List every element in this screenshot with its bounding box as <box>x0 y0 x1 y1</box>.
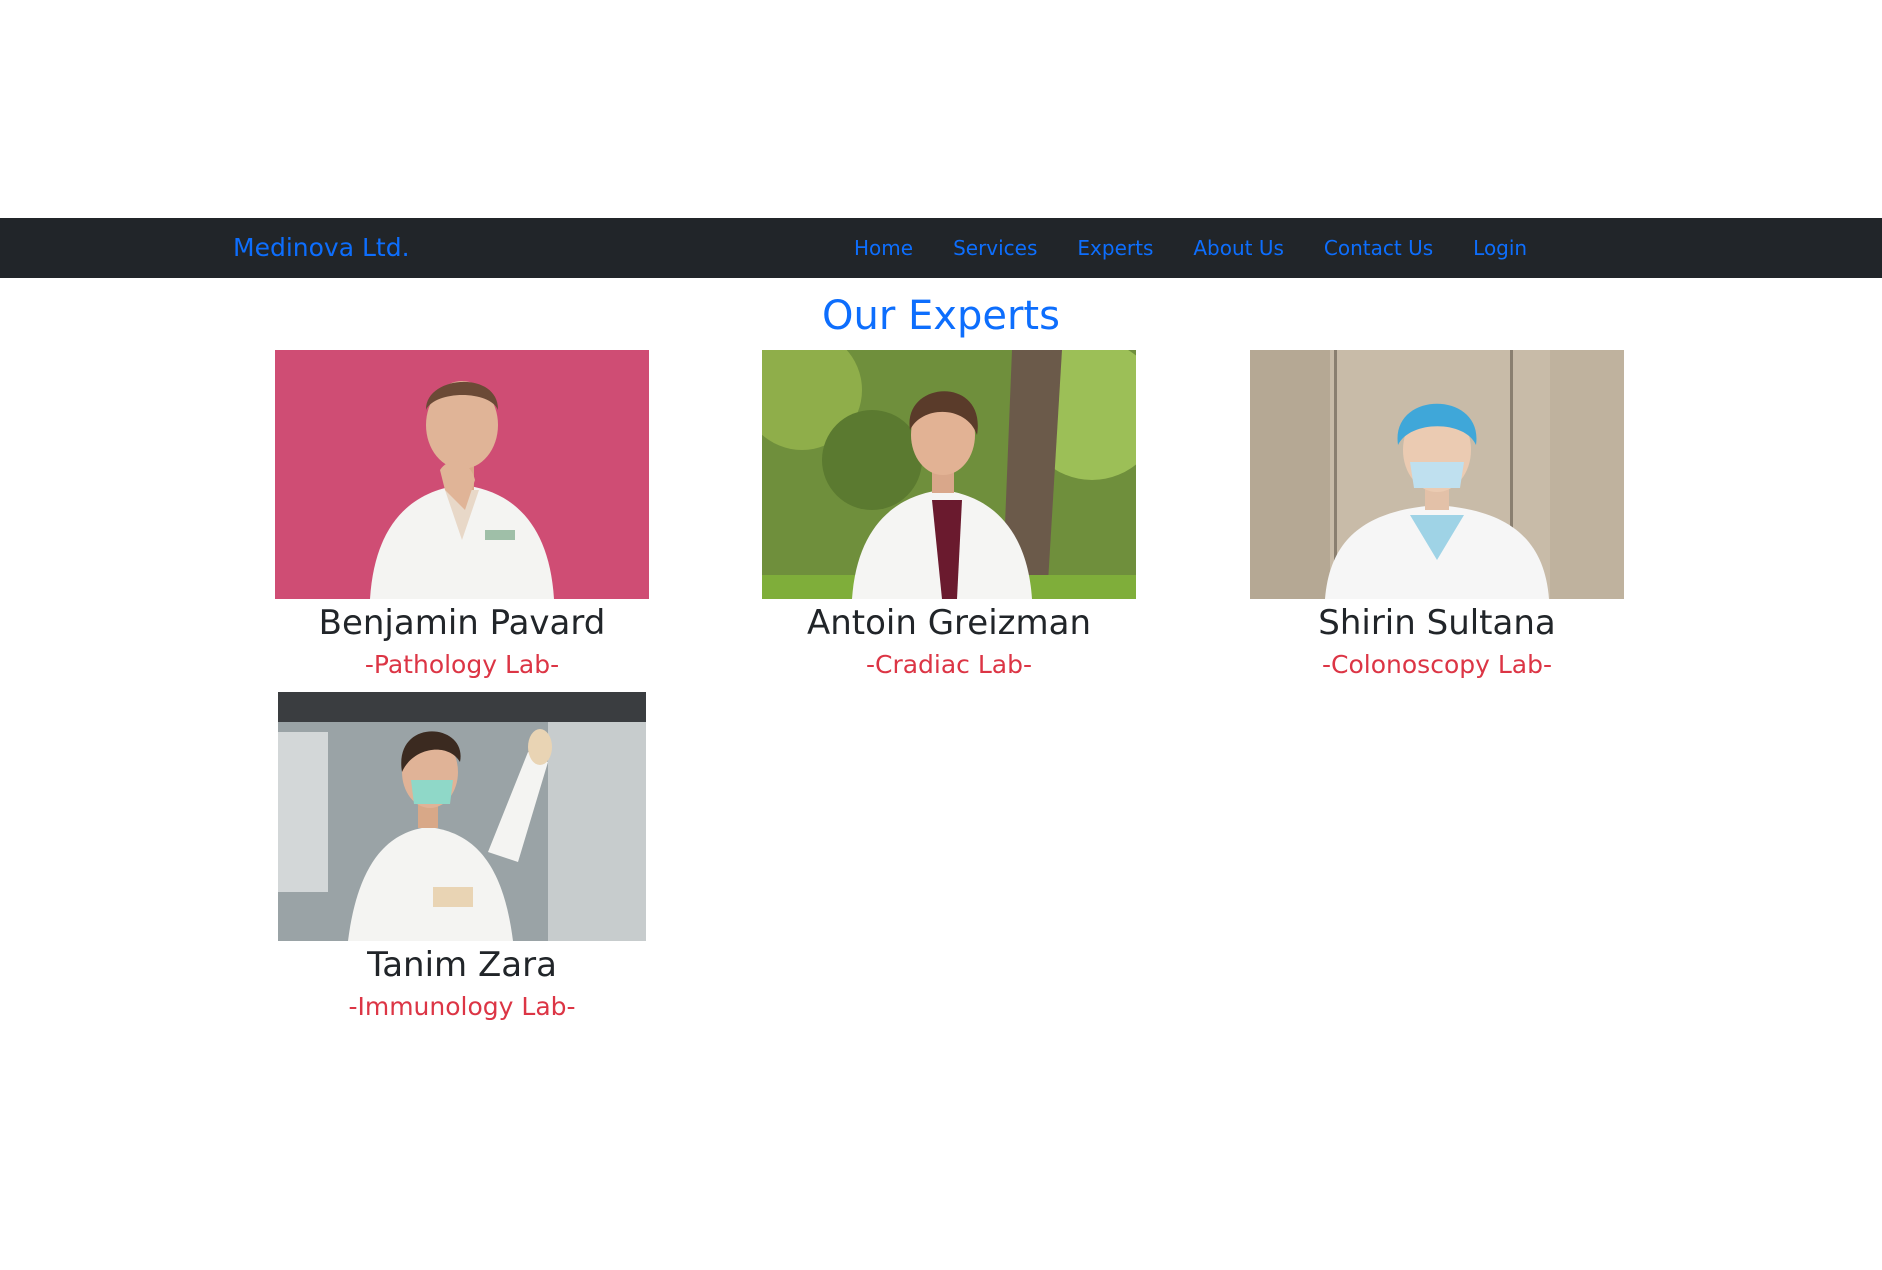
nav-link-about-us[interactable]: About Us <box>1193 236 1284 260</box>
nav-link-login[interactable]: Login <box>1473 236 1527 260</box>
nav-link-services[interactable]: Services <box>953 236 1037 260</box>
expert-photo <box>278 692 646 941</box>
expert-card: Tanim Zara -Immunology Lab- <box>275 692 649 1026</box>
expert-card: Shirin Sultana -Colonoscopy Lab- <box>1250 350 1624 684</box>
nav-link-home[interactable]: Home <box>854 236 913 260</box>
brand-link[interactable]: Medinova Ltd. <box>233 218 410 278</box>
nav-link-contact-us[interactable]: Contact Us <box>1324 236 1433 260</box>
expert-name: Benjamin Pavard <box>318 603 606 643</box>
expert-photo <box>275 350 649 599</box>
expert-name: Tanim Zara <box>367 945 557 985</box>
expert-card: Benjamin Pavard -Pathology Lab- <box>275 350 649 684</box>
expert-lab: -Colonoscopy Lab- <box>1322 650 1552 679</box>
expert-lab: -Immunology Lab- <box>348 992 576 1021</box>
expert-card: Antoin Greizman -Cradiac Lab- <box>762 350 1136 684</box>
expert-photo <box>1250 350 1624 599</box>
expert-photo <box>762 350 1136 599</box>
expert-name: Shirin Sultana <box>1318 603 1556 643</box>
nav-link-experts[interactable]: Experts <box>1077 236 1153 260</box>
section-title: Our Experts <box>822 293 1060 339</box>
expert-lab: -Cradiac Lab- <box>865 650 1033 679</box>
expert-lab: -Pathology Lab- <box>364 650 560 679</box>
nav-links: Home Services Experts About Us Contact U… <box>854 218 1527 278</box>
expert-name: Antoin Greizman <box>806 603 1092 643</box>
navbar: Medinova Ltd. Home Services Experts Abou… <box>0 218 1882 278</box>
